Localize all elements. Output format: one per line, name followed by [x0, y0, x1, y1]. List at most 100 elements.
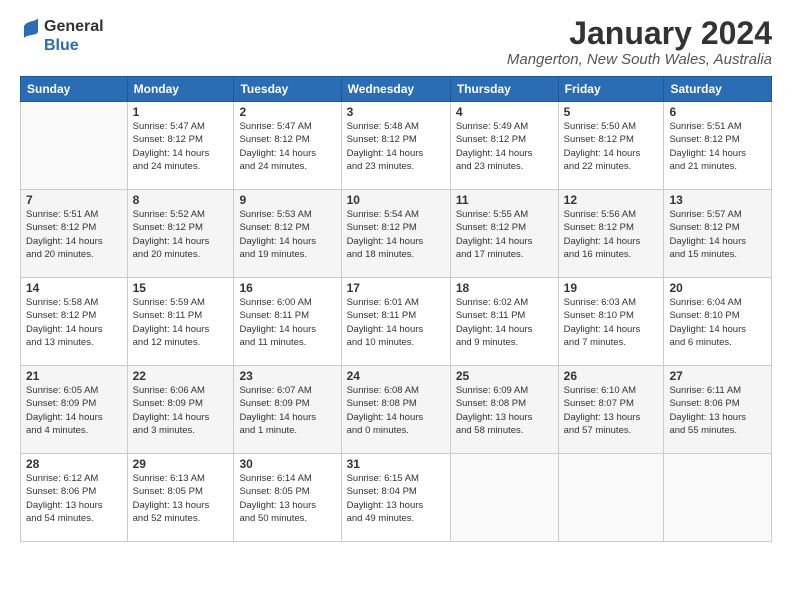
day-info: Sunrise: 5:54 AMSunset: 8:12 PMDaylight:… [347, 208, 445, 261]
day-info: Sunrise: 5:55 AMSunset: 8:12 PMDaylight:… [456, 208, 553, 261]
day-info: Sunrise: 6:14 AMSunset: 8:05 PMDaylight:… [239, 472, 335, 525]
table-cell: 21Sunrise: 6:05 AMSunset: 8:09 PMDayligh… [21, 366, 128, 454]
table-cell: 12Sunrise: 5:56 AMSunset: 8:12 PMDayligh… [558, 190, 664, 278]
day-number: 29 [133, 457, 229, 471]
day-info: Sunrise: 6:03 AMSunset: 8:10 PMDaylight:… [564, 296, 659, 349]
header: General Blue January 2024 Mangerton, New… [20, 16, 772, 68]
day-number: 27 [669, 369, 766, 383]
col-sunday: Sunday [21, 77, 128, 102]
table-cell: 31Sunrise: 6:15 AMSunset: 8:04 PMDayligh… [341, 454, 450, 542]
day-info: Sunrise: 6:15 AMSunset: 8:04 PMDaylight:… [347, 472, 445, 525]
logo: General Blue [20, 16, 104, 57]
table-cell: 1Sunrise: 5:47 AMSunset: 8:12 PMDaylight… [127, 102, 234, 190]
table-cell: 30Sunrise: 6:14 AMSunset: 8:05 PMDayligh… [234, 454, 341, 542]
table-cell: 22Sunrise: 6:06 AMSunset: 8:09 PMDayligh… [127, 366, 234, 454]
day-number: 30 [239, 457, 335, 471]
day-number: 19 [564, 281, 659, 295]
day-number: 3 [347, 105, 445, 119]
day-info: Sunrise: 6:06 AMSunset: 8:09 PMDaylight:… [133, 384, 229, 437]
title-area: January 2024 Mangerton, New South Wales,… [507, 16, 772, 68]
location: Mangerton, New South Wales, Australia [507, 51, 772, 68]
table-cell: 5Sunrise: 5:50 AMSunset: 8:12 PMDaylight… [558, 102, 664, 190]
table-cell: 7Sunrise: 5:51 AMSunset: 8:12 PMDaylight… [21, 190, 128, 278]
table-cell: 19Sunrise: 6:03 AMSunset: 8:10 PMDayligh… [558, 278, 664, 366]
day-number: 23 [239, 369, 335, 383]
day-number: 16 [239, 281, 335, 295]
day-number: 13 [669, 193, 766, 207]
day-info: Sunrise: 5:52 AMSunset: 8:12 PMDaylight:… [133, 208, 229, 261]
col-thursday: Thursday [450, 77, 558, 102]
day-number: 10 [347, 193, 445, 207]
day-number: 31 [347, 457, 445, 471]
day-info: Sunrise: 6:05 AMSunset: 8:09 PMDaylight:… [26, 384, 122, 437]
week-row-3: 14Sunrise: 5:58 AMSunset: 8:12 PMDayligh… [21, 278, 772, 366]
logo-line1: General [44, 18, 104, 36]
day-info: Sunrise: 6:00 AMSunset: 8:11 PMDaylight:… [239, 296, 335, 349]
day-number: 20 [669, 281, 766, 295]
day-info: Sunrise: 5:51 AMSunset: 8:12 PMDaylight:… [669, 120, 766, 173]
day-number: 15 [133, 281, 229, 295]
day-info: Sunrise: 5:48 AMSunset: 8:12 PMDaylight:… [347, 120, 445, 173]
day-number: 8 [133, 193, 229, 207]
table-cell: 8Sunrise: 5:52 AMSunset: 8:12 PMDaylight… [127, 190, 234, 278]
calendar-header-row: Sunday Monday Tuesday Wednesday Thursday… [21, 77, 772, 102]
table-cell: 17Sunrise: 6:01 AMSunset: 8:11 PMDayligh… [341, 278, 450, 366]
day-number: 22 [133, 369, 229, 383]
table-cell: 16Sunrise: 6:00 AMSunset: 8:11 PMDayligh… [234, 278, 341, 366]
day-info: Sunrise: 5:49 AMSunset: 8:12 PMDaylight:… [456, 120, 553, 173]
day-number: 28 [26, 457, 122, 471]
logo-bird-icon [20, 16, 40, 52]
table-cell: 26Sunrise: 6:10 AMSunset: 8:07 PMDayligh… [558, 366, 664, 454]
table-cell: 15Sunrise: 5:59 AMSunset: 8:11 PMDayligh… [127, 278, 234, 366]
col-tuesday: Tuesday [234, 77, 341, 102]
day-number: 11 [456, 193, 553, 207]
day-info: Sunrise: 6:04 AMSunset: 8:10 PMDaylight:… [669, 296, 766, 349]
table-cell [558, 454, 664, 542]
day-number: 5 [564, 105, 659, 119]
month-title: January 2024 [507, 16, 772, 51]
table-cell: 20Sunrise: 6:04 AMSunset: 8:10 PMDayligh… [664, 278, 772, 366]
col-monday: Monday [127, 77, 234, 102]
day-info: Sunrise: 6:10 AMSunset: 8:07 PMDaylight:… [564, 384, 659, 437]
day-info: Sunrise: 5:47 AMSunset: 8:12 PMDaylight:… [239, 120, 335, 173]
day-number: 14 [26, 281, 122, 295]
day-number: 24 [347, 369, 445, 383]
day-number: 2 [239, 105, 335, 119]
day-number: 25 [456, 369, 553, 383]
day-info: Sunrise: 6:12 AMSunset: 8:06 PMDaylight:… [26, 472, 122, 525]
table-cell: 29Sunrise: 6:13 AMSunset: 8:05 PMDayligh… [127, 454, 234, 542]
table-cell: 24Sunrise: 6:08 AMSunset: 8:08 PMDayligh… [341, 366, 450, 454]
logo-line2: Blue [44, 37, 104, 55]
table-cell: 18Sunrise: 6:02 AMSunset: 8:11 PMDayligh… [450, 278, 558, 366]
week-row-2: 7Sunrise: 5:51 AMSunset: 8:12 PMDaylight… [21, 190, 772, 278]
day-info: Sunrise: 5:53 AMSunset: 8:12 PMDaylight:… [239, 208, 335, 261]
calendar-table: Sunday Monday Tuesday Wednesday Thursday… [20, 76, 772, 542]
day-info: Sunrise: 5:59 AMSunset: 8:11 PMDaylight:… [133, 296, 229, 349]
table-cell: 11Sunrise: 5:55 AMSunset: 8:12 PMDayligh… [450, 190, 558, 278]
day-info: Sunrise: 6:07 AMSunset: 8:09 PMDaylight:… [239, 384, 335, 437]
table-cell [664, 454, 772, 542]
day-number: 1 [133, 105, 229, 119]
day-number: 18 [456, 281, 553, 295]
table-cell: 25Sunrise: 6:09 AMSunset: 8:08 PMDayligh… [450, 366, 558, 454]
table-cell: 13Sunrise: 5:57 AMSunset: 8:12 PMDayligh… [664, 190, 772, 278]
table-cell: 4Sunrise: 5:49 AMSunset: 8:12 PMDaylight… [450, 102, 558, 190]
day-number: 26 [564, 369, 659, 383]
day-info: Sunrise: 6:09 AMSunset: 8:08 PMDaylight:… [456, 384, 553, 437]
day-number: 17 [347, 281, 445, 295]
table-cell: 2Sunrise: 5:47 AMSunset: 8:12 PMDaylight… [234, 102, 341, 190]
day-info: Sunrise: 5:50 AMSunset: 8:12 PMDaylight:… [564, 120, 659, 173]
day-info: Sunrise: 5:57 AMSunset: 8:12 PMDaylight:… [669, 208, 766, 261]
day-number: 9 [239, 193, 335, 207]
table-cell: 3Sunrise: 5:48 AMSunset: 8:12 PMDaylight… [341, 102, 450, 190]
table-cell: 10Sunrise: 5:54 AMSunset: 8:12 PMDayligh… [341, 190, 450, 278]
table-cell [450, 454, 558, 542]
table-cell: 9Sunrise: 5:53 AMSunset: 8:12 PMDaylight… [234, 190, 341, 278]
col-wednesday: Wednesday [341, 77, 450, 102]
day-number: 12 [564, 193, 659, 207]
day-info: Sunrise: 6:02 AMSunset: 8:11 PMDaylight:… [456, 296, 553, 349]
day-info: Sunrise: 6:11 AMSunset: 8:06 PMDaylight:… [669, 384, 766, 437]
week-row-1: 1 Sunrise: 5:47 AMSunset: 8:12 PMDaylight… [21, 102, 772, 190]
table-cell: 14Sunrise: 5:58 AMSunset: 8:12 PMDayligh… [21, 278, 128, 366]
day-info: Sunrise: 6:01 AMSunset: 8:11 PMDaylight:… [347, 296, 445, 349]
